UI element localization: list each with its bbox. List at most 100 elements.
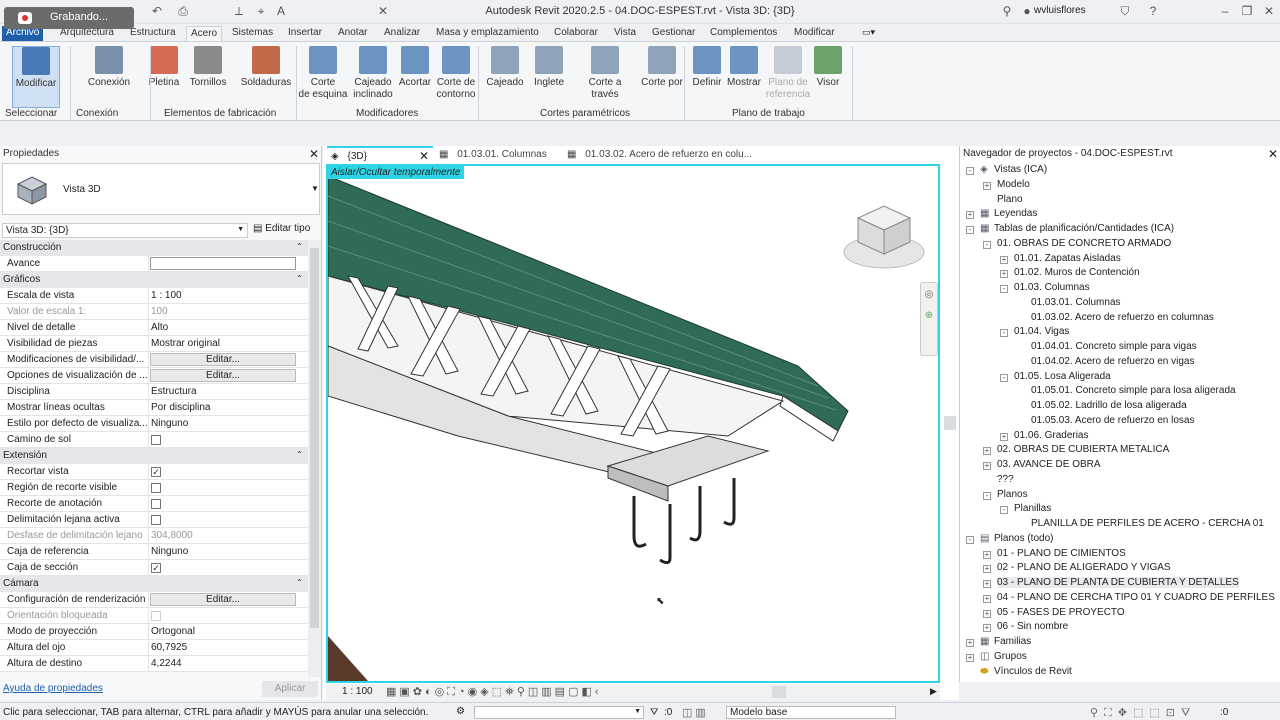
expand-toggle[interactable]: - <box>1000 373 1008 382</box>
avance-field[interactable] <box>150 257 296 270</box>
edit-button[interactable]: Editar... <box>150 353 296 366</box>
ribbon-button-4[interactable]: Soldaduras <box>238 46 294 89</box>
collapse-icon[interactable]: ⌃ <box>296 242 303 251</box>
tree-item[interactable]: 02 - PLANO DE ALIGERADO Y VIGAS <box>997 562 1171 573</box>
expand-toggle[interactable]: + <box>966 639 974 647</box>
view-controls-icons[interactable]: ▦▣✿◐◎⛶◔◉◈⬚⛯⚲◫▥▤▢◧‹ <box>386 685 602 699</box>
close-icon[interactable]: ✕ <box>1268 147 1278 161</box>
category-header[interactable]: Cámara <box>0 576 308 592</box>
minimize-icon[interactable]: – <box>1218 4 1232 18</box>
expand-toggle[interactable]: + <box>1000 270 1008 279</box>
ribbon-button-9[interactable]: Cajeado <box>482 46 528 89</box>
ribbon-button-15[interactable]: Plano de referencia <box>764 46 812 101</box>
apply-button[interactable]: Aplicar <box>262 681 318 697</box>
expand-toggle[interactable]: + <box>983 580 991 588</box>
ribbon-group-1[interactable]: Conexión <box>76 108 118 119</box>
tab-columnas[interactable]: ▦ 01.03.01. Columnas <box>435 146 561 163</box>
edit-type-button[interactable]: ▤ Editar tipo <box>253 223 319 238</box>
ribbon-button-11[interactable]: Corte a través <box>574 46 636 101</box>
collapse-icon[interactable]: ⌃ <box>296 274 303 283</box>
checkbox-checked[interactable]: ✓ <box>151 467 161 477</box>
property-value[interactable]: 4,2244 <box>151 658 306 669</box>
close-views-icon[interactable]: ✕ <box>376 4 390 18</box>
edit-button[interactable]: Editar... <box>150 369 296 382</box>
tag-icon[interactable]: ⌖ <box>254 4 268 18</box>
tree-item[interactable]: 01.05.03. Acero de refuerzo en losas <box>1031 415 1194 426</box>
tab-gestionar[interactable]: Gestionar <box>648 26 699 41</box>
tree-item[interactable]: 01.02. Muros de Contención <box>1014 267 1140 278</box>
tab-insertar[interactable]: Insertar <box>284 26 326 41</box>
print-icon[interactable]: ⎙ <box>176 4 190 18</box>
horizontal-scrollbar[interactable] <box>772 686 786 698</box>
expand-toggle[interactable]: - <box>966 226 974 234</box>
tree-item[interactable]: 01.04.01. Concreto simple para vigas <box>1031 341 1197 352</box>
tab-masa-y-emplazamiento[interactable]: Masa y emplazamiento <box>432 26 543 41</box>
expand-toggle[interactable]: + <box>983 181 991 190</box>
expand-toggle[interactable]: + <box>966 211 974 220</box>
checkbox[interactable] <box>151 435 161 445</box>
user-icon[interactable]: ● <box>1020 4 1034 18</box>
tab-complementos[interactable]: Complementos <box>706 26 781 41</box>
property-value[interactable]: 60,7925 <box>151 642 306 653</box>
tab-estructura[interactable]: Estructura <box>126 26 180 41</box>
text-icon[interactable]: A <box>274 4 288 18</box>
tree-item[interactable]: Leyendas <box>994 208 1037 219</box>
tree-item[interactable]: 01.05. Losa Aligerada <box>1014 371 1111 382</box>
tab-modificar[interactable]: Modificar <box>790 26 839 41</box>
expand-toggle[interactable]: + <box>983 565 991 574</box>
worksets-icon[interactable]: ⚙ <box>456 706 465 717</box>
filter-icon[interactable]: ⛛ <box>650 707 658 718</box>
view-scale[interactable]: 1 : 100 <box>342 686 373 697</box>
expand-toggle[interactable]: + <box>966 653 974 662</box>
zoom-icon[interactable]: ⊕ <box>921 310 937 321</box>
expand-toggle[interactable]: + <box>983 624 991 633</box>
navigation-bar[interactable]: ◎ ⊕ <box>920 282 938 356</box>
expand-toggle[interactable]: - <box>966 535 974 544</box>
expand-toggle[interactable]: - <box>1000 285 1008 293</box>
close-icon[interactable]: ✕ <box>1262 4 1276 18</box>
expand-toggle[interactable]: - <box>983 491 991 500</box>
tree-item[interactable]: Planos <box>997 489 1028 500</box>
tree-item[interactable]: 01.03. Columnas <box>1014 282 1090 293</box>
category-header[interactable]: Extensión <box>0 448 308 464</box>
tree-item[interactable]: 03 - PLANO DE PLANTA DE CUBIERTA Y DETAL… <box>997 577 1239 588</box>
expand-toggle[interactable]: + <box>983 550 991 559</box>
category-header[interactable]: Construcción <box>0 240 308 256</box>
ribbon-button-16[interactable]: Visor <box>814 46 842 89</box>
user-name[interactable]: wvluisflores <box>1034 5 1086 16</box>
expand-toggle[interactable]: - <box>983 240 991 249</box>
tab-colaborar[interactable]: Colaborar <box>550 26 602 41</box>
tree-item[interactable]: 01.03.02. Acero de refuerzo en columnas <box>1031 312 1214 323</box>
ribbon-button-3[interactable]: Tornillos <box>188 46 228 89</box>
scroll-right-icon[interactable]: ▶ <box>930 686 937 697</box>
tab-acero-refuerzo[interactable]: ▦ 01.03.02. Acero de refuerzo en colu... <box>563 146 763 163</box>
tree-item[interactable]: Vínculos de Revit <box>994 666 1072 677</box>
checkbox-checked[interactable]: ✓ <box>151 563 161 573</box>
collapse-icon[interactable]: ⌃ <box>296 578 303 587</box>
ribbon-button-12[interactable]: Corte por <box>638 46 686 89</box>
tree-item[interactable]: 01. OBRAS DE CONCRETO ARMADO <box>997 238 1171 249</box>
ribbon-button-7[interactable]: Acortar <box>396 46 434 89</box>
checkbox[interactable] <box>151 515 161 525</box>
tree-item[interactable]: Plano <box>997 194 1023 205</box>
tab-analizar[interactable]: Analizar <box>380 26 424 41</box>
property-value[interactable]: Ninguno <box>151 418 306 429</box>
checkbox[interactable] <box>151 483 161 493</box>
expand-toggle[interactable]: + <box>1000 255 1008 264</box>
type-selector[interactable]: Vista 3D ▼ <box>2 163 320 215</box>
expand-toggle[interactable]: - <box>1000 506 1008 515</box>
ribbon-group-0[interactable]: Seleccionar <box>5 108 57 119</box>
tree-item[interactable]: 02. OBRAS DE CUBIERTA METALICA <box>997 444 1169 455</box>
tree-item[interactable]: 01.05.02. Ladrillo de losa aligerada <box>1031 400 1187 411</box>
properties-scrollbar[interactable] <box>308 240 321 677</box>
tab-acero[interactable]: Acero <box>186 26 223 41</box>
expand-toggle[interactable]: - <box>1000 329 1008 338</box>
expand-toggle[interactable]: + <box>983 609 991 618</box>
workset-dropdown[interactable]: ▼ <box>474 706 644 719</box>
ribbon-button-6[interactable]: Cajeado inclinado <box>350 46 396 101</box>
ribbon-button-13[interactable]: Definir <box>690 46 724 89</box>
tree-item[interactable]: Planos (todo) <box>994 533 1053 544</box>
expand-toggle[interactable]: + <box>1000 432 1008 441</box>
tree-item[interactable]: 01.03.01. Columnas <box>1031 297 1121 308</box>
3d-viewport[interactable]: Aislar/Ocultar temporalmente ◎ ⊕ ⬉ <box>326 164 940 683</box>
